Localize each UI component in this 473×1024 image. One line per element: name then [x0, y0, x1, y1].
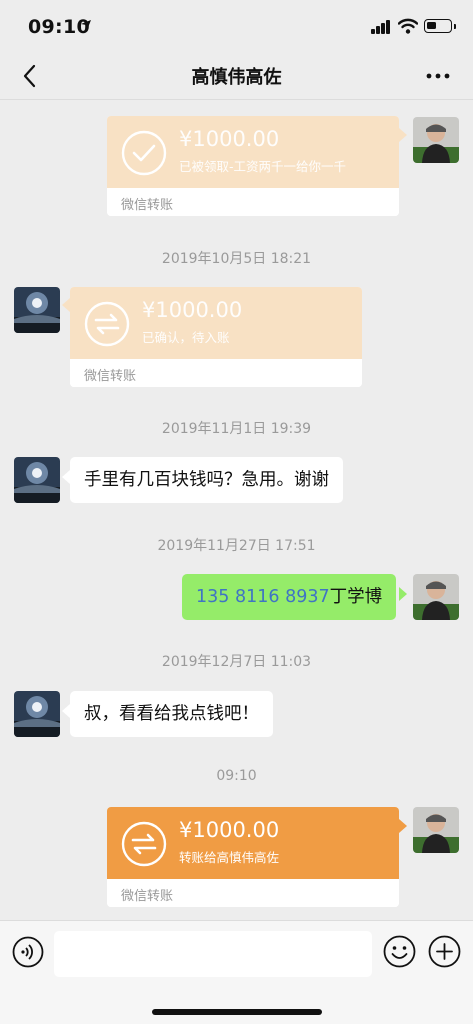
message-bubble[interactable]: 手里有几百块钱吗？急用。谢谢	[70, 457, 343, 503]
transfer-amount: ¥1000.00	[179, 127, 280, 151]
avatar-self[interactable]	[413, 117, 459, 163]
wifi-icon	[398, 18, 418, 34]
transfer-card[interactable]: ¥1000.00 转账给高慎伟高佐 微信转账	[107, 807, 399, 907]
transfer-note: 已被领取-工资两千一给你一千	[179, 159, 347, 174]
avatar-self[interactable]	[413, 574, 459, 620]
message-bubble[interactable]: 135 8116 8937丁学博	[182, 574, 397, 620]
signal-icon	[371, 20, 391, 34]
transfer-amount: ¥1000.00	[142, 298, 243, 322]
transfer-note: 转账给高慎伟高佐	[179, 850, 280, 865]
avatar-contact[interactable]	[14, 457, 60, 503]
input-bar	[0, 920, 473, 1024]
transfer-card[interactable]: ¥1000.00 已确认，待入账 微信转账	[70, 287, 362, 387]
plus-icon[interactable]	[428, 935, 461, 968]
timestamp: 2019年11月27日 17:51	[157, 538, 316, 554]
exchange-arrows-icon	[84, 301, 130, 347]
status-bar: 09:10	[0, 0, 473, 52]
bubble-tail	[62, 470, 70, 484]
message-input[interactable]	[54, 931, 372, 977]
voice-icon[interactable]	[12, 936, 44, 968]
bubble-tail	[62, 298, 70, 312]
exchange-arrows-icon	[121, 821, 167, 867]
timestamp: 09:10	[216, 768, 257, 784]
transfer-footer: 微信转账	[84, 369, 137, 384]
message-text: 丁学博	[329, 587, 383, 607]
avatar-contact[interactable]	[14, 691, 60, 737]
transfer-amount: ¥1000.00	[179, 818, 280, 842]
battery-icon	[424, 19, 456, 33]
transfer-footer: 微信转账	[121, 198, 174, 213]
bubble-tail	[62, 704, 70, 718]
timestamp: 2019年11月1日 19:39	[161, 421, 312, 437]
avatar-self[interactable]	[413, 807, 459, 853]
transfer-card[interactable]: ¥1000.00 已被领取-工资两千一给你一千 微信转账	[107, 116, 399, 216]
avatar-contact[interactable]	[14, 287, 60, 333]
bubble-tail	[399, 819, 407, 833]
bubble-tail	[399, 587, 407, 601]
emoji-icon[interactable]	[383, 935, 416, 968]
nav-bar: 高慎伟高佐	[0, 52, 473, 100]
home-indicator	[152, 1009, 322, 1015]
phone-number-link[interactable]: 135 8116 8937	[196, 587, 330, 607]
message-bubble[interactable]: 叔，看看给我点钱吧！	[70, 691, 273, 737]
chat-title: 高慎伟高佐	[191, 67, 282, 88]
timestamp: 2019年10月5日 18:21	[161, 251, 312, 267]
bubble-tail	[399, 128, 407, 142]
transfer-note: 已确认，待入账	[142, 330, 230, 345]
location-arrow-icon	[81, 20, 91, 30]
more-dots-icon[interactable]	[425, 66, 451, 86]
transfer-footer: 微信转账	[121, 889, 174, 904]
check-circle-icon	[121, 130, 167, 176]
timestamp: 2019年12月7日 11:03	[161, 654, 312, 670]
